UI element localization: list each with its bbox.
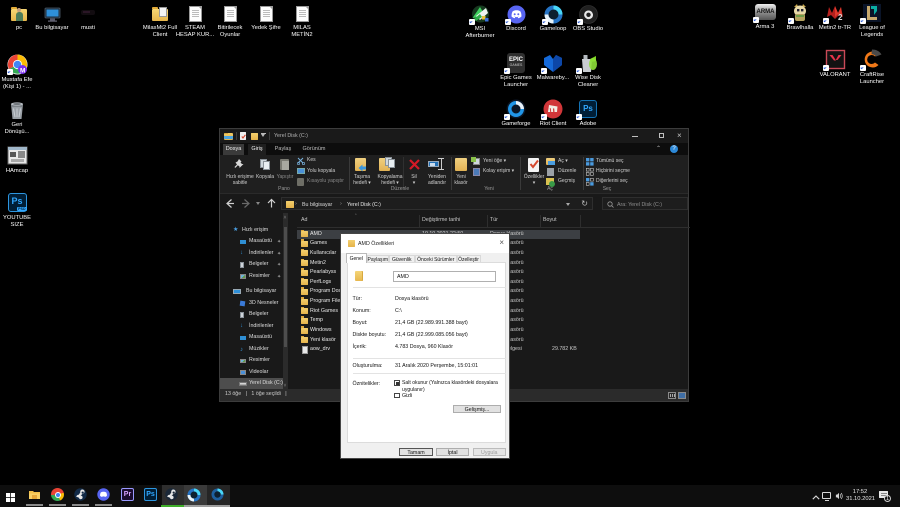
svg-text:M: M [20, 67, 25, 74]
